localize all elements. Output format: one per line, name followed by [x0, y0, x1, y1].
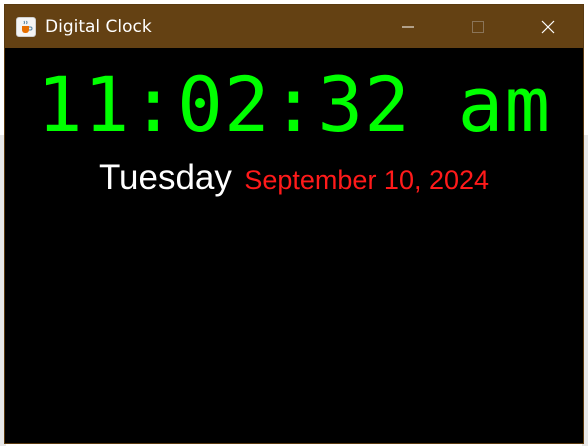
- maximize-icon: [472, 20, 484, 33]
- digital-clock-window: Digital Clock 11:02:32 am Tuesday Septem…: [4, 4, 584, 444]
- time-label: 11:02:32 am: [36, 60, 552, 149]
- java-coffee-cup-icon[interactable]: [16, 16, 36, 37]
- maximize-button[interactable]: [455, 5, 501, 48]
- clock-display-area: 11:02:32 am Tuesday September 10, 2024: [5, 48, 583, 443]
- day-label: Tuesday: [98, 158, 232, 197]
- minimize-button[interactable]: [385, 5, 431, 48]
- close-button[interactable]: [525, 5, 571, 48]
- window-title: Digital Clock: [45, 16, 152, 37]
- date-row: Tuesday September 10, 2024: [5, 158, 583, 198]
- date-label: September 10, 2024: [244, 165, 490, 195]
- title-bar[interactable]: Digital Clock: [5, 5, 583, 48]
- minimize-icon: [402, 26, 414, 27]
- close-icon: [541, 20, 555, 33]
